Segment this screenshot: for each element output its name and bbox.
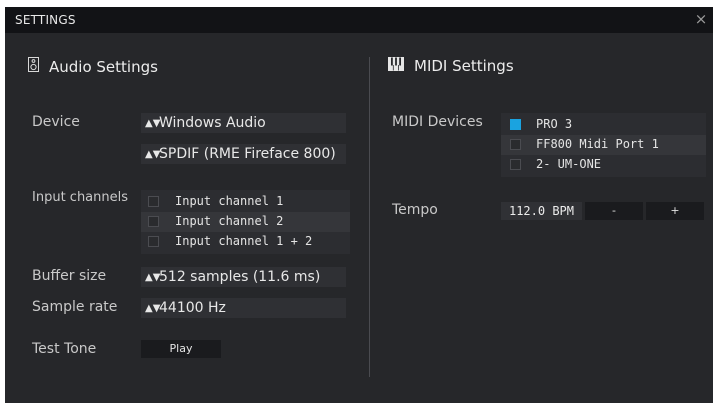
- midi-device-label: 2- UM-ONE: [536, 157, 602, 171]
- speaker-icon: [28, 57, 39, 76]
- midi-device-label: PRO 3: [536, 117, 573, 131]
- audio-interface-value: SPDIF (RME Fireface 800): [159, 146, 336, 162]
- audio-settings-heading: Audio Settings: [28, 57, 158, 76]
- updown-arrows-icon: ▲▼: [145, 272, 161, 283]
- updown-arrows-icon: ▲▼: [145, 118, 161, 129]
- updown-arrows-icon: ▲▼: [145, 303, 161, 314]
- input-channel-row[interactable]: Input channel 1 + 2: [141, 232, 350, 252]
- piano-keys-icon: [388, 57, 404, 75]
- midi-device-row[interactable]: 2- UM-ONE: [501, 155, 706, 175]
- input-channel-label: Input channel 1 + 2: [175, 234, 313, 248]
- title-bar: SETTINGS ×: [5, 7, 713, 33]
- buffer-size-dropdown[interactable]: ▲▼512 samples (11.6 ms): [141, 267, 346, 287]
- device-label: Device: [32, 114, 80, 130]
- midi-device-checkbox[interactable]: [510, 159, 521, 170]
- tempo-increment-button[interactable]: +: [646, 202, 704, 220]
- input-channel-checkbox[interactable]: [148, 196, 159, 207]
- sample-rate-label: Sample rate: [32, 299, 118, 315]
- input-channel-label: Input channel 1: [175, 194, 284, 208]
- input-channels-label: Input channels: [32, 190, 129, 205]
- tempo-label: Tempo: [392, 202, 438, 218]
- audio-driver-dropdown[interactable]: ▲▼Windows Audio: [141, 113, 346, 133]
- dialog-title: SETTINGS: [15, 13, 76, 27]
- audio-interface-dropdown[interactable]: ▲▼SPDIF (RME Fireface 800): [141, 144, 346, 164]
- input-channel-checkbox[interactable]: [148, 216, 159, 227]
- sample-rate-dropdown[interactable]: ▲▼44100 Hz: [141, 298, 346, 318]
- section-divider: [369, 57, 370, 377]
- midi-settings-heading: MIDI Settings: [388, 57, 514, 75]
- audio-driver-value: Windows Audio: [159, 115, 266, 131]
- settings-dialog: SETTINGS × Audio Settings Device ▲▼Windo…: [5, 7, 713, 403]
- midi-settings-title: MIDI Settings: [414, 57, 514, 75]
- midi-device-checkbox[interactable]: [510, 139, 521, 150]
- input-channel-checkbox[interactable]: [148, 236, 159, 247]
- updown-arrows-icon: ▲▼: [145, 149, 161, 160]
- midi-device-label: FF800 Midi Port 1: [536, 137, 659, 151]
- input-channel-label: Input channel 2: [175, 214, 284, 228]
- midi-device-checkbox[interactable]: [510, 119, 521, 130]
- input-channel-row[interactable]: Input channel 2: [141, 212, 350, 232]
- sample-rate-value: 44100 Hz: [159, 300, 226, 316]
- play-test-tone-button[interactable]: Play: [141, 340, 221, 358]
- test-tone-label: Test Tone: [32, 341, 97, 357]
- input-channel-row[interactable]: Input channel 1: [141, 192, 350, 212]
- audio-settings-title: Audio Settings: [49, 57, 158, 76]
- close-icon[interactable]: ×: [692, 10, 710, 28]
- input-channels-list: Input channel 1 Input channel 2 Input ch…: [141, 190, 350, 254]
- buffer-size-value: 512 samples (11.6 ms): [159, 269, 321, 285]
- buffer-size-label: Buffer size: [32, 268, 107, 284]
- midi-device-row[interactable]: PRO 3: [501, 115, 706, 135]
- tempo-value-field[interactable]: 112.0 BPM: [501, 202, 582, 220]
- midi-devices-label: MIDI Devices: [392, 114, 483, 130]
- midi-device-row[interactable]: FF800 Midi Port 1: [501, 135, 706, 155]
- tempo-decrement-button[interactable]: -: [585, 202, 643, 220]
- midi-devices-list: PRO 3 FF800 Midi Port 1 2- UM-ONE: [501, 113, 706, 177]
